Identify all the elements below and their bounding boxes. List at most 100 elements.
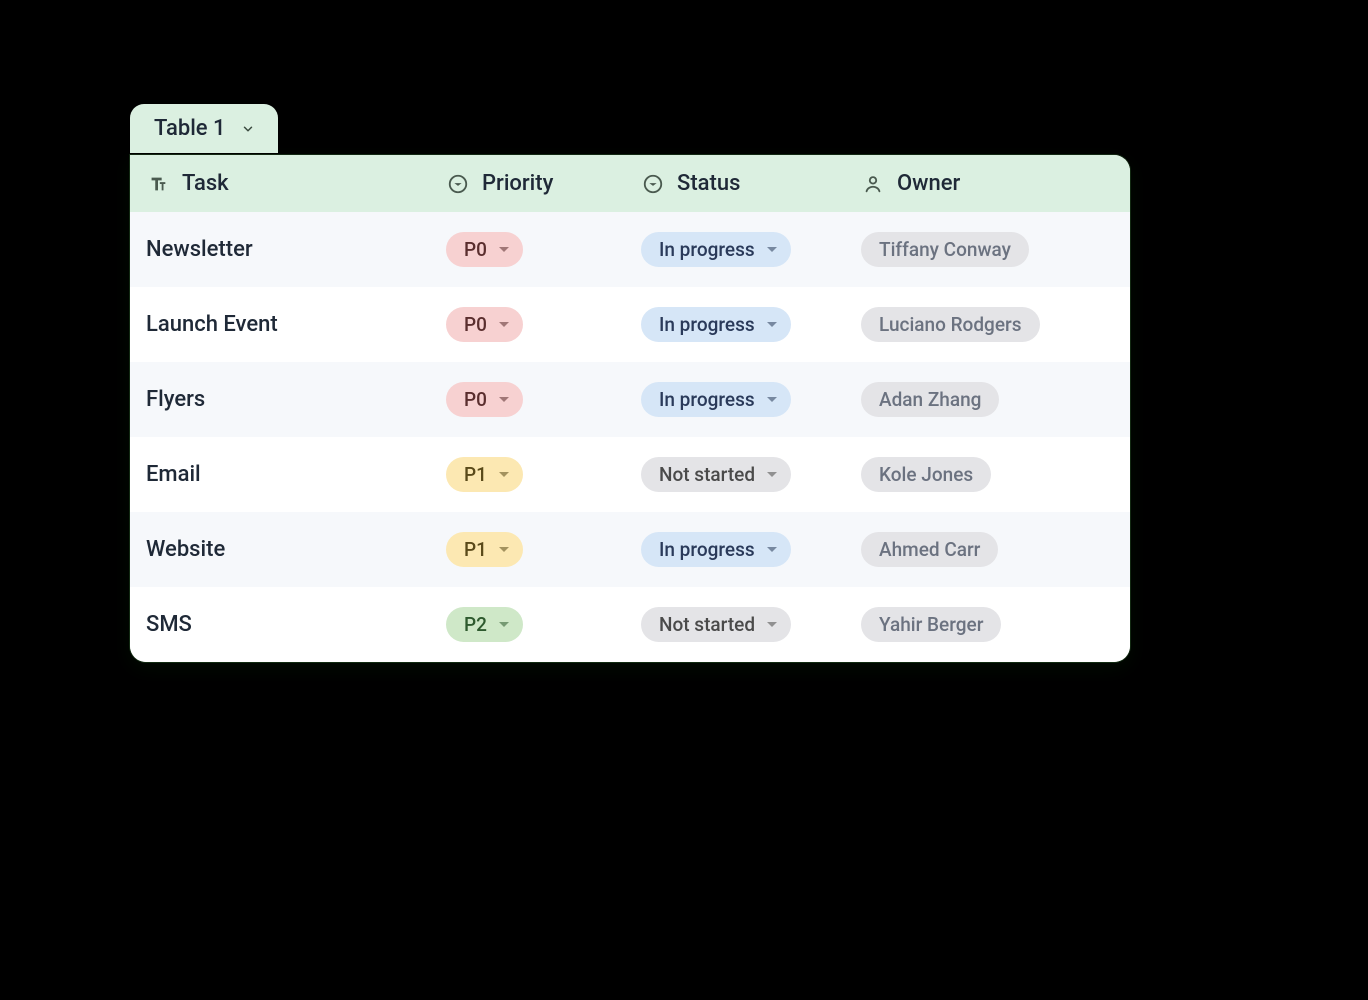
caret-down-icon [499,397,509,402]
status-pill[interactable]: Not started [641,457,791,492]
cell-task[interactable]: Newsletter [130,233,430,266]
column-label: Task [182,171,229,196]
cell-status: In progress [625,528,845,571]
status-label: In progress [659,538,755,561]
cell-status: In progress [625,228,845,271]
cell-task[interactable]: Email [130,458,430,491]
cell-priority: P1 [430,528,625,571]
owner-label: Adan Zhang [879,388,981,411]
status-label: Not started [659,613,755,636]
column-label: Priority [482,171,553,196]
cell-status: Not started [625,603,845,646]
cell-priority: P1 [430,453,625,496]
cell-task[interactable]: Flyers [130,383,430,416]
dropdown-circle-icon [641,172,665,196]
caret-down-icon [499,547,509,552]
owner-pill[interactable]: Tiffany Conway [861,232,1029,267]
caret-down-icon [499,472,509,477]
table-tab-label: Table 1 [154,116,226,141]
owner-pill[interactable]: Luciano Rodgers [861,307,1040,342]
status-pill[interactable]: In progress [641,382,791,417]
cell-owner: Yahir Berger [845,603,1110,646]
owner-label: Tiffany Conway [879,238,1011,261]
caret-down-icon [767,247,777,252]
cell-status: Not started [625,453,845,496]
table-row: SMS P2 Not started Yahir Berger [130,587,1130,662]
caret-down-icon [499,247,509,252]
chevron-down-icon [240,121,256,137]
owner-pill[interactable]: Adan Zhang [861,382,999,417]
cell-owner: Adan Zhang [845,378,1110,421]
column-header-owner[interactable]: Owner [845,167,1110,200]
table-tab[interactable]: Table 1 [130,104,278,153]
cell-owner: Tiffany Conway [845,228,1110,271]
table-row: Newsletter P0 In progress Tiffany Conway [130,212,1130,287]
priority-label: P1 [464,463,487,486]
person-icon [861,172,885,196]
table-row: Website P1 In progress Ahmed Carr [130,512,1130,587]
table-header-row: Task Priority Status Owner [130,155,1130,212]
caret-down-icon [767,547,777,552]
cell-priority: P0 [430,303,625,346]
owner-label: Yahir Berger [879,613,983,636]
owner-pill[interactable]: Ahmed Carr [861,532,998,567]
owner-label: Kole Jones [879,463,973,486]
cell-owner: Ahmed Carr [845,528,1110,571]
priority-label: P0 [464,238,487,261]
priority-label: P0 [464,388,487,411]
owner-label: Luciano Rodgers [879,313,1022,336]
cell-priority: P0 [430,378,625,421]
status-label: In progress [659,313,755,336]
column-header-priority[interactable]: Priority [430,167,625,200]
cell-task[interactable]: SMS [130,608,430,641]
priority-pill[interactable]: P0 [446,232,523,267]
column-label: Status [677,171,740,196]
table-widget: Table 1 Task Priority Status [130,155,1130,662]
cell-owner: Luciano Rodgers [845,303,1110,346]
dropdown-circle-icon [446,172,470,196]
status-pill[interactable]: Not started [641,607,791,642]
task-text: Email [146,462,201,487]
table-row: Flyers P0 In progress Adan Zhang [130,362,1130,437]
caret-down-icon [499,622,509,627]
text-type-icon [146,172,170,196]
cell-priority: P2 [430,603,625,646]
table-row: Email P1 Not started Kole Jones [130,437,1130,512]
status-label: In progress [659,388,755,411]
owner-label: Ahmed Carr [879,538,980,561]
cell-task[interactable]: Website [130,533,430,566]
task-text: Flyers [146,387,205,412]
caret-down-icon [767,472,777,477]
cell-priority: P0 [430,228,625,271]
priority-pill[interactable]: P0 [446,382,523,417]
status-pill[interactable]: In progress [641,307,791,342]
priority-pill[interactable]: P1 [446,457,523,492]
cell-status: In progress [625,303,845,346]
priority-label: P2 [464,613,487,636]
task-text: Launch Event [146,312,278,337]
priority-pill[interactable]: P0 [446,307,523,342]
caret-down-icon [767,322,777,327]
status-label: Not started [659,463,755,486]
priority-label: P0 [464,313,487,336]
task-text: Newsletter [146,237,253,262]
owner-pill[interactable]: Yahir Berger [861,607,1001,642]
status-pill[interactable]: In progress [641,532,791,567]
column-header-task[interactable]: Task [130,167,430,200]
priority-pill[interactable]: P2 [446,607,523,642]
owner-pill[interactable]: Kole Jones [861,457,991,492]
cell-owner: Kole Jones [845,453,1110,496]
task-text: Website [146,537,225,562]
cell-task[interactable]: Launch Event [130,308,430,341]
task-text: SMS [146,612,192,637]
status-label: In progress [659,238,755,261]
status-pill[interactable]: In progress [641,232,791,267]
column-header-status[interactable]: Status [625,167,845,200]
cell-status: In progress [625,378,845,421]
table-body: Newsletter P0 In progress Tiffany Conway Lau… [130,212,1130,662]
caret-down-icon [499,322,509,327]
caret-down-icon [767,622,777,627]
table-row: Launch Event P0 In progress Luciano Rodgers [130,287,1130,362]
priority-pill[interactable]: P1 [446,532,523,567]
column-label: Owner [897,171,960,196]
